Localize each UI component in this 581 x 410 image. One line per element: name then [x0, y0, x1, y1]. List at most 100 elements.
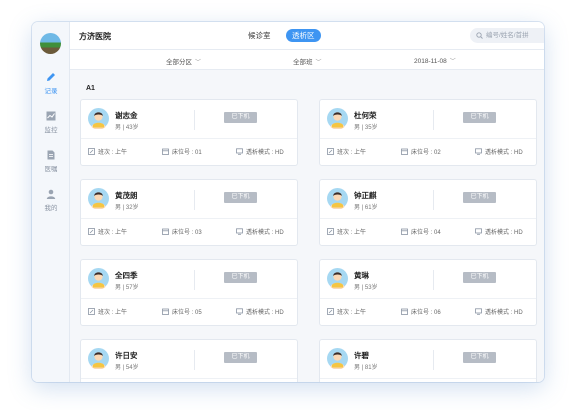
sidebar-item-label: 记录: [44, 88, 58, 95]
patient-name: 全四季: [115, 271, 138, 280]
bed-label: 床位号: [172, 310, 191, 316]
mode-label: 透析模式: [485, 150, 510, 156]
patient-card[interactable]: 钟正麒男 | 61岁 已下机 班次 : 上午 床位号 : 04 透析模式 : HD: [319, 179, 537, 246]
status-badge: 已下机: [224, 112, 257, 123]
shift-info: 班次 : 上午: [327, 227, 366, 236]
sidebar-item-orders[interactable]: 医嘱: [32, 150, 70, 173]
status-badge: 已下机: [224, 192, 257, 203]
monitor-icon: [475, 308, 482, 315]
mode-label: 透析模式: [485, 230, 510, 236]
bed-value: 02: [434, 150, 441, 156]
shift-filter[interactable]: 全部班 ﹀: [293, 56, 322, 66]
divider: [320, 378, 536, 379]
shift-label: 班次: [98, 150, 111, 156]
monitor-icon: [236, 308, 243, 315]
chevron-down-icon: ﹀: [315, 60, 322, 66]
user-icon: [46, 189, 56, 199]
header: 方济医院 候诊室 透析区 编号/姓名/首拼: [70, 22, 544, 50]
patient-card[interactable]: 谢志金男 | 43岁 已下机 班次 : 上午 床位号 : 01 透析模式 : HD: [80, 99, 298, 166]
shift-info: 班次 : 上午: [88, 147, 127, 156]
divider: [194, 190, 195, 210]
patient-name: 杜何荣: [354, 111, 377, 120]
mode-label: 透析模式: [485, 310, 510, 316]
patient-board: A1 谢志金男 | 43岁 已下机 班次 : 上午 床位号 : 01 透析模式 : HD…: [70, 70, 544, 382]
patient-name: 许日安: [115, 351, 138, 360]
hospital-name: 方济医院: [79, 32, 111, 41]
bed-label: 床位号: [172, 150, 191, 156]
patient-gender-age: 男 | 54岁: [115, 365, 139, 371]
date-filter[interactable]: 2018-11-08 ﹀: [414, 56, 456, 65]
sidebar-item-records[interactable]: 记录: [32, 72, 70, 95]
mode-label: 透析模式: [246, 230, 271, 236]
patient-name: 谢志金: [115, 111, 138, 120]
status-badge: 已下机: [224, 352, 257, 363]
bed-info: 床位号 : 03: [162, 227, 202, 236]
sidebar-item-monitor[interactable]: 监控: [32, 111, 70, 134]
tab-waiting-room[interactable]: 候诊室: [242, 29, 277, 42]
mode-value: HD: [275, 150, 284, 156]
sidebar: 记录 监控 医嘱 我的: [32, 22, 70, 382]
sidebar-item-profile[interactable]: 我的: [32, 189, 70, 212]
chart-icon: [46, 111, 56, 121]
filter-bar: 全部分区 ﹀ 全部班 ﹀ 2018-11-08 ﹀: [70, 50, 544, 70]
divider: [81, 138, 297, 139]
mode-value: HD: [275, 310, 284, 316]
bed-label: 床位号: [411, 230, 430, 236]
monitor-icon: [475, 148, 482, 155]
mode-info: 透析模式 : HD: [236, 227, 284, 236]
calendar-icon: [401, 148, 408, 155]
patient-card[interactable]: 许碧男 | 81岁 已下机: [319, 339, 537, 382]
divider: [194, 350, 195, 370]
patient-avatar-icon: [327, 188, 348, 209]
mode-value: HD: [514, 230, 523, 236]
patient-name: 钟正麒: [354, 191, 377, 200]
mode-info: 透析模式 : HD: [236, 307, 284, 316]
patient-card[interactable]: 黄琳男 | 53岁 已下机 班次 : 上午 床位号 : 06 透析模式 : HD: [319, 259, 537, 326]
edit-icon: [327, 228, 334, 235]
zone-filter-value: 全部分区: [166, 59, 192, 66]
patient-avatar-icon: [88, 108, 109, 129]
mode-value: HD: [514, 150, 523, 156]
bed-info: 床位号 : 01: [162, 147, 202, 156]
divider: [433, 110, 434, 130]
status-badge: 已下机: [463, 112, 496, 123]
divider: [320, 218, 536, 219]
patient-card[interactable]: 全四季男 | 57岁 已下机 班次 : 上午 床位号 : 05 透析模式 : HD: [80, 259, 298, 326]
shift-value: 上午: [115, 230, 128, 236]
shift-value: 上午: [115, 150, 128, 156]
search-input[interactable]: 编号/姓名/首拼: [470, 28, 544, 43]
sidebar-item-label: 监控: [44, 127, 58, 134]
patient-card[interactable]: 许日安男 | 54岁 已下机: [80, 339, 298, 382]
patient-name: 黄琳: [354, 271, 369, 280]
patient-gender-age: 男 | 32岁: [115, 205, 139, 211]
edit-icon: [327, 148, 334, 155]
shift-value: 上午: [354, 150, 367, 156]
edit-icon: [327, 308, 334, 315]
patient-avatar-icon: [327, 268, 348, 289]
bed-label: 床位号: [411, 150, 430, 156]
tab-dialysis-area[interactable]: 透析区: [286, 29, 321, 42]
patient-avatar-icon: [88, 348, 109, 369]
patient-card[interactable]: 杜何荣男 | 35岁 已下机 班次 : 上午 床位号 : 02 透析模式 : HD: [319, 99, 537, 166]
calendar-icon: [162, 308, 169, 315]
monitor-icon: [236, 148, 243, 155]
shift-label: 班次: [98, 230, 111, 236]
mode-info: 透析模式 : HD: [236, 147, 284, 156]
shift-value: 上午: [354, 310, 367, 316]
bed-value: 04: [434, 230, 441, 236]
status-badge: 已下机: [463, 352, 496, 363]
shift-value: 上午: [115, 310, 128, 316]
user-avatar[interactable]: [40, 33, 61, 54]
bed-info: 床位号 : 02: [401, 147, 441, 156]
zone-filter[interactable]: 全部分区 ﹀: [166, 56, 201, 66]
divider: [433, 350, 434, 370]
shift-info: 班次 : 上午: [327, 147, 366, 156]
edit-icon: [88, 308, 95, 315]
patient-avatar-icon: [88, 268, 109, 289]
monitor-icon: [475, 228, 482, 235]
mode-info: 透析模式 : HD: [475, 147, 523, 156]
divider: [320, 298, 536, 299]
patient-card[interactable]: 黄茂朗男 | 32岁 已下机 班次 : 上午 床位号 : 03 透析模式 : HD: [80, 179, 298, 246]
shift-label: 班次: [337, 310, 350, 316]
divider: [81, 218, 297, 219]
